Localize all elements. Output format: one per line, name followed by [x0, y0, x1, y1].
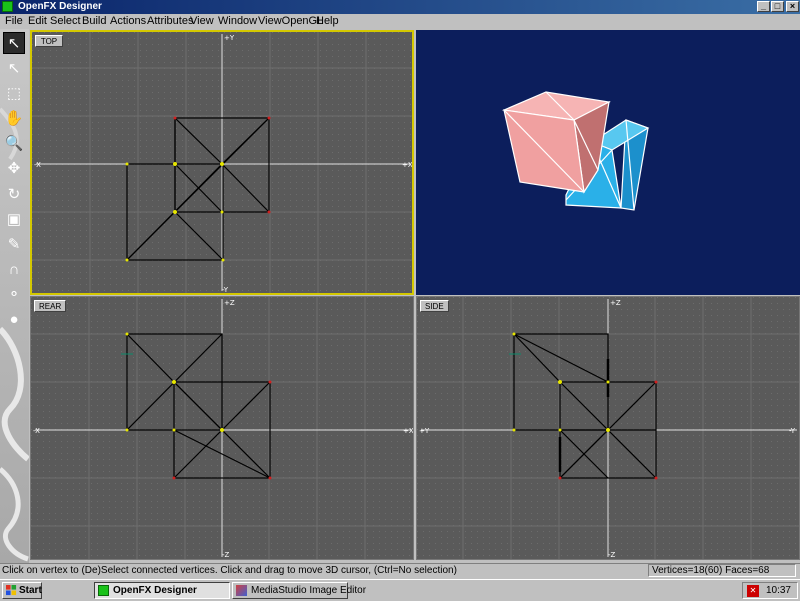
- viewport-top[interactable]: +Y -Y -X +X TOP: [30, 30, 414, 295]
- menu-edit[interactable]: Edit: [28, 15, 47, 27]
- vertex-face-count: Vertices=18(60) Faces=68: [648, 564, 796, 577]
- status-message: Click on vertex to (De)Select connected …: [2, 565, 457, 576]
- side-axis-right: -Y: [789, 427, 796, 435]
- side-axis-bottom: -Z: [608, 551, 616, 559]
- menu-build[interactable]: Build: [82, 15, 106, 27]
- openfx-task-icon: [98, 585, 109, 596]
- viewport-rear[interactable]: +Z -Z -X +X REAR: [30, 296, 414, 560]
- task-openfx-designer[interactable]: OpenFX Designer: [94, 582, 230, 599]
- magnet-icon[interactable]: ∩: [3, 259, 25, 281]
- viewport-perspective[interactable]: [416, 30, 800, 295]
- spheres-icon[interactable]: ⚬: [3, 284, 25, 306]
- taskbar: Start OpenFX Designer MediaStudio Image …: [0, 579, 800, 601]
- window-title: OpenFX Designer: [18, 1, 102, 12]
- start-button[interactable]: Start: [2, 582, 42, 599]
- viewport-side[interactable]: +Z -Z +Y -Y SIDE: [416, 296, 800, 560]
- menu-window[interactable]: Window: [218, 15, 257, 27]
- openfx-app-icon: [2, 1, 13, 12]
- windows-logo-icon: [6, 585, 17, 596]
- status-bar: Click on vertex to (De)Select connected …: [0, 563, 800, 578]
- title-bar: OpenFX Designer _ □ ×: [0, 0, 800, 14]
- menu-bar: File Edit Select Build Actions Attribute…: [0, 14, 800, 29]
- rear-axis-left: -X: [33, 427, 40, 435]
- start-label: Start: [19, 585, 42, 596]
- move-arrows-icon[interactable]: ✥: [3, 158, 25, 180]
- rear-axis-top: +Z: [224, 299, 235, 307]
- zoom-magnifier-icon[interactable]: 🔍: [3, 133, 25, 155]
- box-select-icon[interactable]: ⬚: [3, 83, 25, 105]
- task-label-openfx: OpenFX Designer: [113, 585, 197, 596]
- tray-app-icon[interactable]: ✕: [747, 585, 759, 597]
- side-view-canvas: +Z -Z +Y -Y: [417, 297, 799, 559]
- top-axis-left: -X: [34, 161, 41, 169]
- hand-pan-icon[interactable]: ✋: [3, 108, 25, 130]
- mediastudio-task-icon: [236, 585, 247, 596]
- menu-file[interactable]: File: [5, 15, 23, 27]
- viewport-label-side[interactable]: SIDE: [420, 300, 449, 312]
- rear-axis-bottom: -Z: [222, 551, 230, 559]
- select-arrow-icon[interactable]: ↖: [3, 58, 25, 80]
- task-mediastudio[interactable]: MediaStudio Image Editor: [232, 582, 366, 599]
- render-ball-icon[interactable]: ●: [3, 309, 25, 331]
- task-label-mediastudio: MediaStudio Image Editor: [251, 585, 367, 596]
- maximize-button[interactable]: □: [771, 1, 784, 12]
- menu-view[interactable]: View: [190, 15, 214, 27]
- close-button[interactable]: ×: [786, 1, 799, 12]
- side-axis-top: +Z: [610, 299, 621, 307]
- top-axis-top: +Y: [224, 34, 235, 42]
- menu-attributes[interactable]: Attributes: [147, 15, 193, 27]
- pointer-arrow-icon[interactable]: ↖: [3, 32, 25, 54]
- clock: 10:37: [765, 585, 791, 596]
- minimize-button[interactable]: _: [757, 1, 770, 12]
- system-tray: ✕ 10:37: [742, 582, 798, 599]
- rear-view-canvas: +Z -Z -X +X: [31, 297, 413, 559]
- toolbox: ↖ ↖ ⬚ ✋ 🔍 ✥ ↻ ▣ ✎ ∩ ⚬ ●: [0, 29, 29, 564]
- rotate-icon[interactable]: ↻: [3, 184, 25, 206]
- top-axis-right: +X: [402, 161, 412, 169]
- top-view-canvas: +Y -Y -X +X: [32, 32, 412, 293]
- perspective-render: [501, 91, 650, 211]
- menu-actions[interactable]: Actions: [110, 15, 146, 27]
- rear-axis-right: +X: [403, 427, 413, 435]
- menu-viewopengl[interactable]: ViewOpenGL: [258, 15, 323, 27]
- scale-frame-icon[interactable]: ▣: [3, 209, 25, 231]
- pen-icon[interactable]: ✎: [3, 234, 25, 256]
- menu-help[interactable]: Help: [316, 15, 339, 27]
- menu-select[interactable]: Select: [50, 15, 81, 27]
- side-axis-left: +Y: [419, 427, 430, 435]
- top-axis-bottom: -Y: [222, 286, 229, 293]
- viewport-label-rear[interactable]: REAR: [34, 300, 67, 312]
- viewport-label-top[interactable]: TOP: [35, 35, 63, 47]
